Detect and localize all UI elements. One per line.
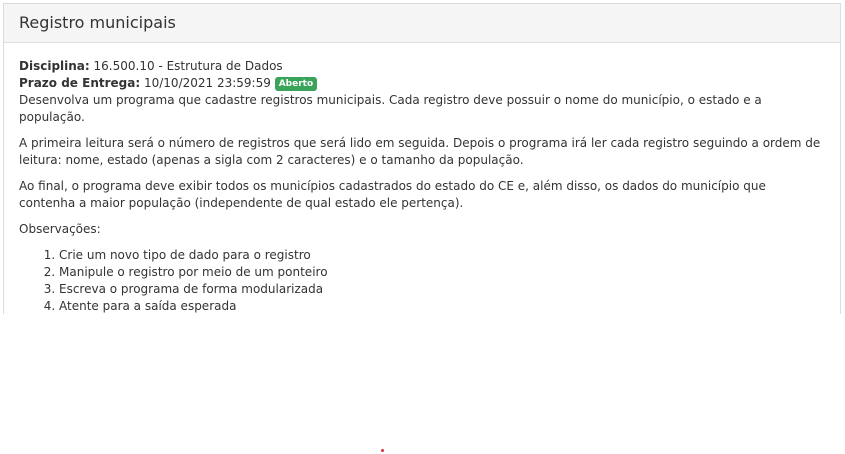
prazo-line: Prazo de Entrega: 10/10/2021 23:59:59 Ab… [19,75,825,92]
disciplina-label: Disciplina: [19,59,90,73]
status-badge: Aberto [274,77,318,91]
list-item: Escreva o programa de forma modularizada [59,281,825,298]
prazo-value: 10/10/2021 23:59:59 [143,76,271,90]
assignment-panel: Registro municipais Disciplina: 16.500.1… [3,3,841,314]
disciplina-line: Disciplina: 16.500.10 - Estrutura de Dad… [19,58,825,75]
page-title: Registro municipais [19,13,176,32]
observations-list: Crie um novo tipo de dado para o registr… [19,247,825,314]
description-paragraph: Ao final, o programa deve exibir todos o… [19,179,766,210]
description-paragraph: A primeira leitura será o número de regi… [19,136,821,167]
assignment-description: Desenvolva um programa que cadastre regi… [19,92,825,314]
list-item: Atente para a saída esperada [59,298,825,314]
list-item: Manipule o registro por meio de um ponte… [59,264,825,281]
list-item: Crie um novo tipo de dado para o registr… [59,247,825,264]
panel-heading: Registro municipais [4,4,840,43]
description-paragraph: Desenvolva um programa que cadastre regi… [19,93,762,124]
observations-heading: Observações: [19,222,101,236]
panel-body: Disciplina: 16.500.10 - Estrutura de Dad… [4,43,840,314]
red-dot-marker [381,449,384,452]
disciplina-value: 16.500.10 - Estrutura de Dados [93,59,283,73]
prazo-label: Prazo de Entrega: [19,76,141,90]
